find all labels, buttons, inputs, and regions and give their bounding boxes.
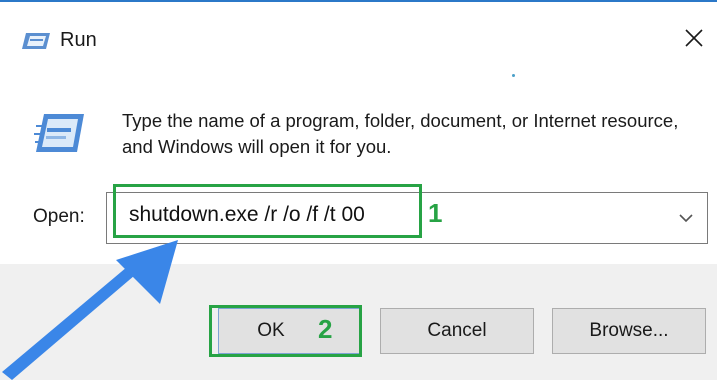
run-app-icon [34,114,84,152]
browse-button[interactable]: Browse... [552,308,706,354]
browse-button-label: Browse... [589,320,669,341]
step-1-label: 1 [428,198,443,228]
open-label: Open: [33,206,85,227]
dialog-description: Type the name of a program, folder, docu… [122,110,679,157]
cancel-button[interactable]: Cancel [380,308,534,354]
window-title: Run [60,29,97,51]
decorative-dot [512,74,515,77]
ok-button[interactable]: OK [218,308,360,354]
run-dialog: Run Type the name of a program, folder, … [0,0,717,380]
run-icon [22,33,50,49]
chevron-down-icon[interactable] [671,203,701,233]
open-input[interactable] [129,203,649,227]
cancel-button-label: Cancel [427,320,487,341]
close-icon[interactable] [676,20,712,56]
ok-button-label: OK [257,320,285,341]
title-bar[interactable]: Run [0,2,717,78]
open-combobox[interactable] [106,192,708,244]
